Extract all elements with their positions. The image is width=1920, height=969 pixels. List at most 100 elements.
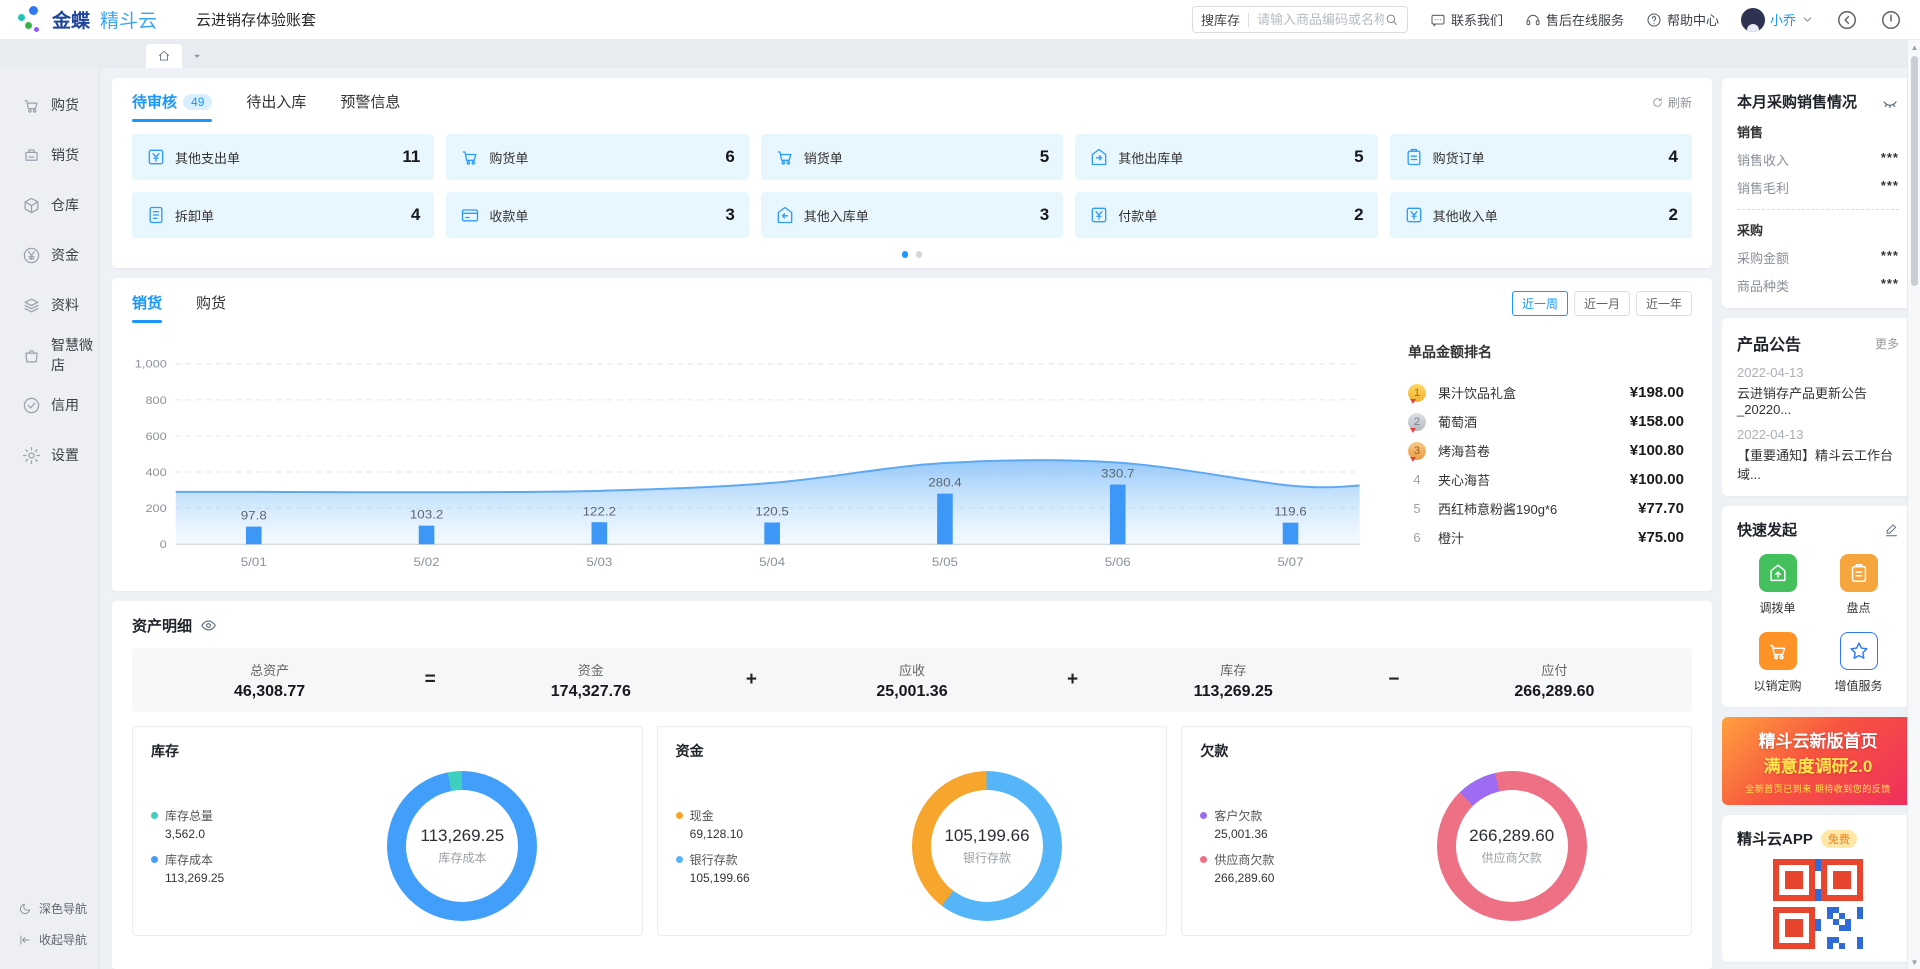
sidebar-item-label: 资金 — [51, 245, 79, 265]
product-ranking: 单品金额排名 1果汁饮品礼盒¥198.002葡萄酒¥158.003烤海苔卷¥10… — [1402, 328, 1702, 583]
sales-tab-销货[interactable]: 销货 — [132, 292, 162, 323]
star-icon — [1848, 640, 1870, 662]
layers-icon — [22, 296, 41, 315]
formula-item-应付: 应付266,289.60 — [1417, 660, 1692, 701]
quick-action-盘点[interactable]: 盘点 — [1818, 554, 1899, 616]
back-circle-button[interactable] — [1836, 9, 1858, 31]
scroll-up-arrow[interactable]: ▲ — [1908, 40, 1920, 54]
cardpay-icon — [460, 205, 480, 225]
sidebar-item-资料[interactable]: 资料 — [0, 280, 99, 330]
refresh-button[interactable]: 刷新 — [1651, 94, 1692, 119]
search-icon[interactable] — [1384, 12, 1399, 27]
svg-text:0: 0 — [160, 538, 167, 551]
ranking-row[interactable]: 2葡萄酒¥158.00 — [1408, 407, 1684, 436]
pagination-dot-2[interactable] — [916, 251, 922, 258]
sidebar-item-购货[interactable]: 购货 — [0, 80, 99, 130]
donut-chart[interactable]: 266,289.60供应商欠款 — [1437, 771, 1587, 921]
product-amount: ¥198.00 — [1630, 384, 1684, 401]
sidebar-item-设置[interactable]: 设置 — [0, 430, 99, 480]
product-amount: ¥158.00 — [1630, 413, 1684, 430]
donut-chart[interactable]: 105,199.66银行存款 — [912, 771, 1062, 921]
search-scope-label[interactable]: 搜库存 — [1201, 10, 1240, 29]
todo-card-付款单[interactable]: 付款单2 — [1075, 192, 1377, 238]
todo-card-购货单[interactable]: 购货单6 — [446, 134, 748, 180]
sidebar-item-label: 销货 — [51, 145, 79, 165]
ranking-row[interactable]: 4夹心海苔¥100.00 — [1408, 465, 1684, 494]
sidebar-footer-收起导航[interactable]: 收起导航 — [0, 924, 99, 955]
todo-tab-待审核[interactable]: 待审核49 — [132, 91, 212, 122]
todo-card-其他支出单[interactable]: 其他支出单11 — [132, 134, 434, 180]
announcements-more-link[interactable]: 更多 — [1875, 335, 1899, 352]
store-icon — [22, 346, 41, 365]
logo-dots-icon — [18, 6, 44, 34]
todo-card-其他收入单[interactable]: 其他收入单2 — [1390, 192, 1692, 238]
eye-icon[interactable] — [200, 617, 217, 634]
todo-tab-预警信息[interactable]: 预警信息 — [340, 91, 400, 122]
donut-title: 欠款 — [1200, 741, 1673, 761]
todo-card-收款单[interactable]: 收款单3 — [446, 192, 748, 238]
search-input[interactable] — [1257, 12, 1384, 27]
donut-chart[interactable]: 113,269.25库存成本 — [387, 771, 537, 921]
range-button-近一周[interactable]: 近一周 — [1512, 291, 1568, 316]
sidebar-item-资金[interactable]: 资金 — [0, 230, 99, 280]
svg-text:1,000: 1,000 — [135, 357, 167, 370]
yenbox-icon — [146, 147, 166, 167]
moon-icon — [18, 902, 32, 916]
masked-value: *** — [1881, 178, 1899, 197]
quick-action-调拨单[interactable]: 调拨单 — [1737, 554, 1818, 616]
sidebar-item-信用[interactable]: 信用 — [0, 380, 99, 430]
inventory-search[interactable]: 搜库存 — [1192, 6, 1408, 33]
range-button-近一月[interactable]: 近一月 — [1574, 291, 1630, 316]
user-menu[interactable]: 小乔 — [1741, 8, 1814, 32]
formula-operator: + — [728, 669, 774, 691]
home-tab[interactable] — [146, 44, 182, 68]
product-name: 西红柿意粉酱190g*6 — [1438, 499, 1626, 518]
monthly-row: 采购金额*** — [1737, 248, 1899, 267]
todo-card-count: 3 — [725, 205, 734, 225]
todo-card-其他出库单[interactable]: 其他出库单5 — [1075, 134, 1377, 180]
todo-card-销货单[interactable]: 销货单5 — [761, 134, 1063, 180]
survey-banner[interactable]: 精斗云新版首页 满意度调研2.0 全新首页已到来 期待收到您的反馈 — [1722, 717, 1914, 805]
formula-operator: − — [1371, 669, 1417, 691]
scroll-down-arrow[interactable]: ▼ — [1908, 955, 1920, 969]
eye-closed-icon[interactable] — [1881, 93, 1899, 111]
sidebar-item-销货[interactable]: 销货 — [0, 130, 99, 180]
sidebar-footer-深色导航[interactable]: 深色导航 — [0, 893, 99, 924]
pagination-dot-1[interactable] — [902, 251, 908, 258]
product-amount: ¥77.70 — [1638, 500, 1684, 517]
todo-tab-待出入库[interactable]: 待出入库 — [246, 91, 306, 122]
sales-tab-购货[interactable]: 购货 — [196, 292, 226, 323]
pencil-icon[interactable] — [1884, 522, 1899, 537]
quick-action-以销定购[interactable]: 以销定购 — [1737, 632, 1818, 694]
vertical-scrollbar[interactable]: ▲ ▼ — [1907, 40, 1920, 969]
sidebar-item-label: 智慧微店 — [51, 335, 99, 375]
ranking-row[interactable]: 1果汁饮品礼盒¥198.00 — [1408, 378, 1684, 407]
todo-card-购货订单[interactable]: 购货订单4 — [1390, 134, 1692, 180]
toplink-2[interactable]: 帮助中心 — [1646, 10, 1719, 29]
right-rail: 本月采购销售情况 销售销售收入***销售毛利***采购采购金额***商品种类**… — [1722, 68, 1920, 969]
announcement-item[interactable]: 2022-04-13云进销存产品更新公告_20220... — [1737, 365, 1899, 417]
donut-center-value: 113,269.25 — [420, 826, 504, 846]
clipboard-icon — [1848, 562, 1870, 584]
banner-line2: 满意度调研2.0 — [1764, 752, 1873, 777]
quick-action-增值服务[interactable]: 增值服务 — [1818, 632, 1899, 694]
sidebar-item-仓库[interactable]: 仓库 — [0, 180, 99, 230]
range-button-近一年[interactable]: 近一年 — [1636, 291, 1692, 316]
ranking-row[interactable]: 5西红柿意粉酱190g*6¥77.70 — [1408, 494, 1684, 523]
ranking-row[interactable]: 3烤海苔卷¥100.80 — [1408, 436, 1684, 465]
announcement-item[interactable]: 2022-04-13【重要通知】精斗云工作台域... — [1737, 427, 1899, 483]
docline-icon — [146, 205, 166, 225]
power-button[interactable] — [1880, 9, 1902, 31]
formula-item-库存: 库存113,269.25 — [1096, 660, 1371, 701]
toplink-1[interactable]: 售后在线服务 — [1525, 10, 1624, 29]
app-logo[interactable]: 金蝶精斗云 — [18, 6, 168, 34]
todo-card-拆卸单[interactable]: 拆卸单4 — [132, 192, 434, 238]
toplink-0[interactable]: 联系我们 — [1430, 10, 1503, 29]
todo-card-其他入库单[interactable]: 其他入库单3 — [761, 192, 1063, 238]
legend-entry: 库存成本113,269.25 — [151, 851, 301, 885]
ranking-row[interactable]: 6橙汁¥75.00 — [1408, 523, 1684, 552]
scrollbar-thumb[interactable] — [1911, 56, 1918, 286]
sidebar-item-智慧微店[interactable]: 智慧微店 — [0, 330, 99, 380]
tab-dropdown-caret[interactable] — [188, 44, 206, 68]
power-icon — [1880, 9, 1902, 31]
